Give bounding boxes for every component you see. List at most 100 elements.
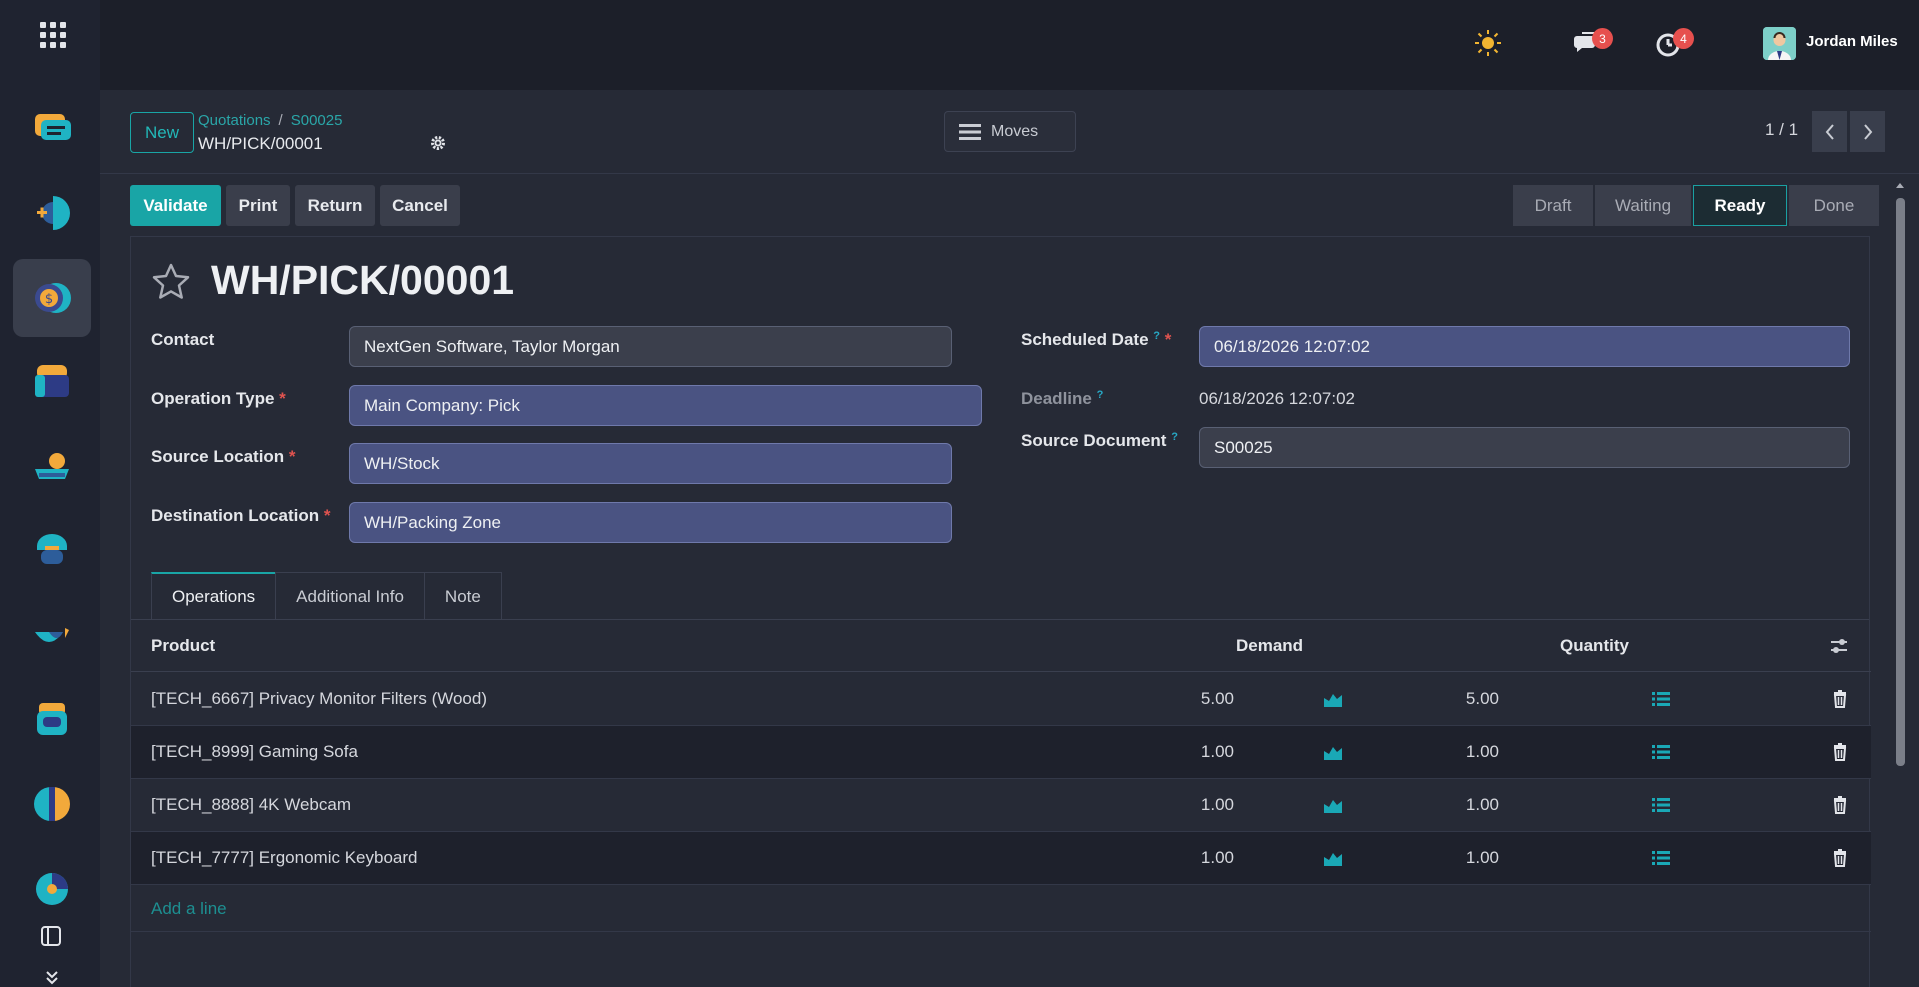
optional-columns-icon[interactable] xyxy=(1829,636,1849,656)
product-cell[interactable]: [TECH_6667] Privacy Monitor Filters (Woo… xyxy=(151,689,487,709)
planning-app-icon[interactable] xyxy=(13,765,91,843)
product-cell[interactable]: [TECH_8888] 4K Webcam xyxy=(151,795,351,815)
column-product[interactable]: Product xyxy=(151,636,215,656)
help-tooltip-icon[interactable]: ? xyxy=(1097,389,1104,401)
sales-app-icon[interactable]: $ xyxy=(13,259,91,337)
forecast-chart-icon[interactable] xyxy=(1323,795,1343,815)
inventory-app-icon[interactable] xyxy=(13,343,91,421)
forecast-chart-icon[interactable] xyxy=(1323,742,1343,762)
contact-label: Contact xyxy=(151,330,215,349)
operation-type-label: Operation Type * xyxy=(151,389,286,409)
breadcrumb-quotations-link[interactable]: Quotations xyxy=(198,112,271,129)
apps-grid-icon[interactable] xyxy=(40,22,66,48)
star-favorite-icon[interactable] xyxy=(151,262,191,302)
pager-value[interactable]: 1 / 1 xyxy=(1765,120,1798,140)
add-line-row: Add a line xyxy=(131,885,1871,932)
demand-cell[interactable]: 5.00 xyxy=(1134,689,1234,709)
messages-badge: 3 xyxy=(1592,28,1613,49)
gear-icon[interactable] xyxy=(429,134,447,152)
user-avatar[interactable] xyxy=(1763,27,1796,60)
quantity-cell[interactable]: 5.00 xyxy=(1399,689,1499,709)
table-row[interactable]: [TECH_7777] Ergonomic Keyboard 1.00 1.00 xyxy=(131,832,1871,885)
svg-text:$: $ xyxy=(45,292,53,307)
required-marker: * xyxy=(288,447,296,466)
deadline-value[interactable]: 06/18/2026 12:07:02 xyxy=(1199,389,1355,409)
validate-button[interactable]: Validate xyxy=(130,185,221,226)
required-marker: * xyxy=(1164,330,1172,349)
contacts-app-icon[interactable] xyxy=(13,174,91,252)
quantity-cell[interactable]: 1.00 xyxy=(1399,742,1499,762)
status-ready[interactable]: Ready xyxy=(1693,185,1787,226)
pos-app-icon[interactable] xyxy=(13,681,91,759)
breadcrumb-order-link[interactable]: S00025 xyxy=(291,112,343,129)
print-button[interactable]: Print xyxy=(226,185,290,226)
product-cell[interactable]: [TECH_7777] Ergonomic Keyboard xyxy=(151,848,417,868)
column-quantity[interactable]: Quantity xyxy=(1560,636,1629,656)
column-demand[interactable]: Demand xyxy=(1236,636,1303,656)
return-button[interactable]: Return xyxy=(295,185,375,226)
dashboard-app-icon[interactable] xyxy=(13,850,91,928)
quantity-cell[interactable]: 1.00 xyxy=(1399,848,1499,868)
marketing-app-icon[interactable] xyxy=(13,596,91,674)
help-tooltip-icon[interactable]: ? xyxy=(1171,431,1178,443)
app-sidebar: $ xyxy=(0,0,100,987)
scheduled-date-label-text: Scheduled Date xyxy=(1021,330,1149,349)
source-document-field[interactable]: S00025 xyxy=(1199,427,1850,468)
pager-previous-button[interactable] xyxy=(1812,111,1847,152)
quantity-cell[interactable]: 1.00 xyxy=(1399,795,1499,815)
phone-app-icon[interactable] xyxy=(13,512,91,590)
theme-sun-icon[interactable] xyxy=(1473,28,1503,58)
demand-cell[interactable]: 1.00 xyxy=(1134,742,1234,762)
forecast-chart-icon[interactable] xyxy=(1323,848,1343,868)
delete-trash-icon[interactable] xyxy=(1830,689,1850,709)
expand-more-icon[interactable] xyxy=(44,968,60,987)
moves-smart-button[interactable]: Moves xyxy=(944,111,1076,152)
help-tooltip-icon[interactable]: ? xyxy=(1153,330,1160,342)
source-location-field[interactable]: WH/Stock xyxy=(349,443,952,484)
detailed-operations-list-icon[interactable] xyxy=(1651,689,1671,709)
delete-trash-icon[interactable] xyxy=(1830,742,1850,762)
status-waiting[interactable]: Waiting xyxy=(1595,185,1691,226)
cancel-button[interactable]: Cancel xyxy=(380,185,460,226)
delivery-app-icon[interactable] xyxy=(13,427,91,505)
status-draft[interactable]: Draft xyxy=(1513,185,1593,226)
forecast-chart-icon[interactable] xyxy=(1323,689,1343,709)
table-row[interactable]: [TECH_8888] 4K Webcam 1.00 1.00 xyxy=(131,779,1871,832)
table-row[interactable]: [TECH_6667] Privacy Monitor Filters (Woo… xyxy=(131,673,1871,726)
detailed-operations-list-icon[interactable] xyxy=(1651,742,1671,762)
record-title: WH/PICK/00001 xyxy=(211,257,515,303)
status-done[interactable]: Done xyxy=(1789,185,1879,226)
tab-note[interactable]: Note xyxy=(423,572,502,620)
source-document-label: Source Document ? xyxy=(1021,431,1178,451)
scheduled-date-field[interactable]: 06/18/2026 12:07:02 xyxy=(1199,326,1850,367)
discuss-app-icon[interactable] xyxy=(13,90,91,168)
detailed-operations-list-icon[interactable] xyxy=(1651,795,1671,815)
pager-next-button[interactable] xyxy=(1850,111,1885,152)
detailed-operations-list-icon[interactable] xyxy=(1651,848,1671,868)
tab-operations[interactable]: Operations xyxy=(151,572,277,620)
scrollbar-thumb[interactable] xyxy=(1896,198,1905,766)
table-row[interactable]: [TECH_8999] Gaming Sofa 1.00 1.00 xyxy=(131,726,1871,779)
user-name[interactable]: Jordan Miles xyxy=(1806,33,1898,50)
operation-type-field[interactable]: Main Company: Pick xyxy=(349,385,982,426)
destination-location-field[interactable]: WH/Packing Zone xyxy=(349,502,952,543)
delete-trash-icon[interactable] xyxy=(1830,848,1850,868)
toggle-sidebar-icon[interactable] xyxy=(40,925,62,953)
demand-cell[interactable]: 1.00 xyxy=(1134,848,1234,868)
table-header: Product Demand Quantity xyxy=(131,620,1871,672)
new-button[interactable]: New xyxy=(130,112,194,153)
tab-additional-info[interactable]: Additional Info xyxy=(275,572,425,620)
source-location-label: Source Location * xyxy=(151,447,296,467)
add-a-line-link[interactable]: Add a line xyxy=(151,899,227,919)
list-icon xyxy=(959,123,981,140)
demand-cell[interactable]: 1.00 xyxy=(1134,795,1234,815)
product-cell[interactable]: [TECH_8999] Gaming Sofa xyxy=(151,742,358,762)
record-name: WH/PICK/00001 xyxy=(198,134,323,153)
destination-location-label: Destination Location * xyxy=(151,506,330,526)
scroll-up-icon[interactable] xyxy=(1893,178,1907,192)
breadcrumb: Quotations / S00025 xyxy=(198,112,342,129)
contact-field[interactable]: NextGen Software, Taylor Morgan xyxy=(349,326,952,367)
deadline-label-text: Deadline xyxy=(1021,389,1092,408)
delete-trash-icon[interactable] xyxy=(1830,795,1850,815)
required-marker: * xyxy=(323,506,331,525)
